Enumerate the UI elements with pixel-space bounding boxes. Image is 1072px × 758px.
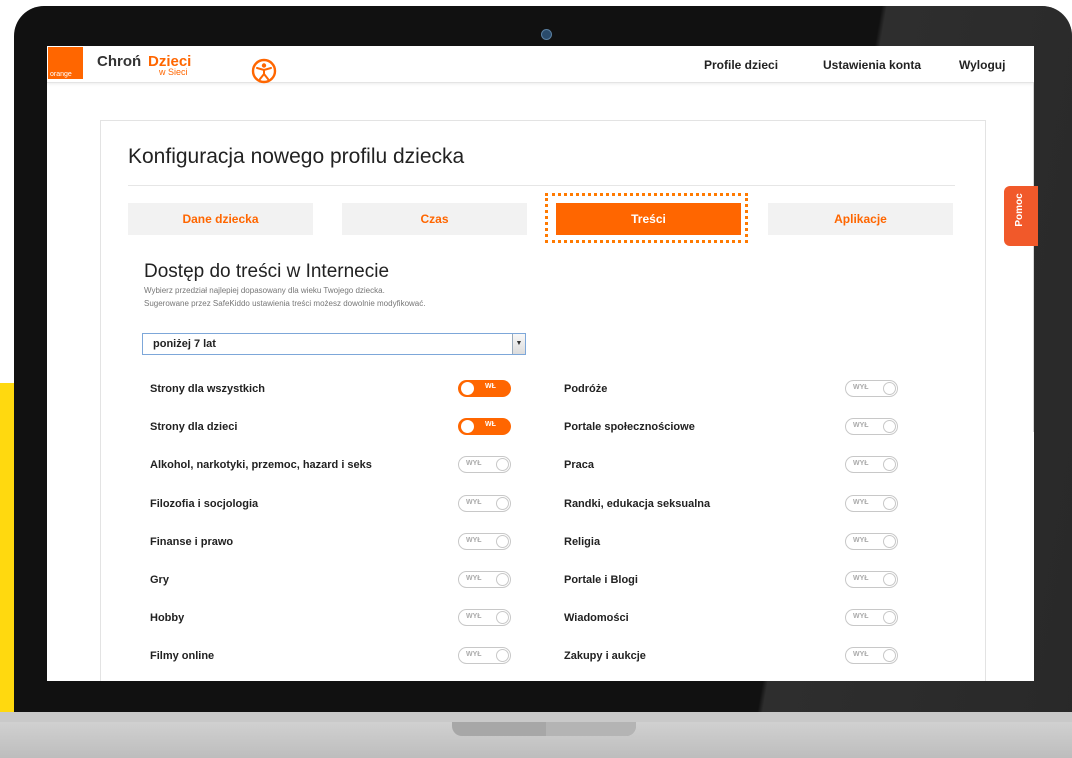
category-toggle[interactable]: WYŁ	[458, 647, 511, 664]
age-range-value: poniżej 7 lat	[153, 338, 216, 350]
category-label: Podróże	[564, 383, 608, 395]
toggle-state-label: WYŁ	[466, 460, 482, 467]
category-label: Randki, edukacja seksualna	[564, 498, 711, 510]
category-label: Finanse i prawo	[150, 536, 234, 548]
toggle-knob	[461, 420, 474, 433]
category-toggle[interactable]: WYŁ	[458, 456, 511, 473]
laptop-base-edge	[0, 712, 1072, 722]
toggle-knob	[496, 458, 509, 471]
toggle-knob	[883, 535, 896, 548]
category-toggle[interactable]: WYŁ	[845, 495, 898, 512]
category-toggle[interactable]: WYŁ	[845, 456, 898, 473]
active-tab-highlight	[545, 193, 748, 243]
brand-w-sieci: w Sieci	[159, 67, 188, 77]
toggle-state-label: WYŁ	[853, 651, 869, 658]
category-label: Portale społecznościowe	[564, 421, 695, 433]
toggle-state-label: WYŁ	[853, 384, 869, 391]
toggle-state-label: WYŁ	[853, 575, 869, 582]
orange-logo-text: orange	[50, 71, 72, 78]
toggle-state-label: WYŁ	[466, 575, 482, 582]
category-toggle[interactable]: WYŁ	[845, 380, 898, 397]
tab-czas[interactable]: Czas	[342, 203, 527, 235]
page-title: Konfiguracja nowego profilu dziecka	[128, 145, 465, 168]
section-subtitle-1: Wybierz przedział najlepiej dopasowany d…	[144, 286, 385, 295]
category-toggle[interactable]: WYŁ	[458, 571, 511, 588]
category-toggle[interactable]: WYŁ	[845, 533, 898, 550]
toggle-knob	[496, 535, 509, 548]
category-toggle[interactable]: WYŁ	[845, 418, 898, 435]
toggle-knob	[496, 611, 509, 624]
age-range-select[interactable]: poniżej 7 lat ▼	[142, 333, 526, 355]
toggle-knob	[461, 382, 474, 395]
title-divider	[128, 185, 955, 186]
toggle-state-label: WYŁ	[466, 537, 482, 544]
app-screen: orange Chroń Dzieci w Sieci Profile dzie…	[47, 46, 1034, 681]
category-label: Portale i Blogi	[564, 574, 638, 586]
toggle-state-label: WYŁ	[853, 460, 869, 467]
category-label: Praca	[564, 459, 594, 471]
toggle-knob	[883, 649, 896, 662]
chevron-down-icon[interactable]: ▼	[512, 334, 525, 354]
nav-ustawienia-konta[interactable]: Ustawienia konta	[823, 58, 921, 72]
toggle-state-label: WYŁ	[853, 613, 869, 620]
toggle-knob	[883, 497, 896, 510]
orange-logo[interactable]: orange	[48, 47, 83, 79]
category-label: Filmy online	[150, 650, 215, 662]
category-toggle[interactable]: WŁ	[458, 418, 511, 435]
toggle-knob	[496, 573, 509, 586]
nav-profile-dzieci[interactable]: Profile dzieci	[704, 58, 778, 72]
toggle-knob	[883, 573, 896, 586]
section-title: Dostęp do treści w Internecie	[144, 261, 390, 282]
category-toggle[interactable]: WŁ	[458, 380, 511, 397]
category-label: Religia	[564, 536, 601, 548]
tab-dane-dziecka[interactable]: Dane dziecka	[128, 203, 313, 235]
top-bar: orange Chroń Dzieci w Sieci Profile dzie…	[47, 46, 1034, 84]
toggle-knob	[496, 497, 509, 510]
toggle-state-label: WŁ	[485, 383, 496, 390]
toggle-knob	[496, 649, 509, 662]
category-label: Wiadomości	[564, 612, 629, 624]
category-label: Hobby	[150, 612, 185, 624]
profile-config-card: Konfiguracja nowego profilu dziecka Dane…	[100, 120, 986, 681]
toggle-state-label: WYŁ	[466, 651, 482, 658]
help-tab[interactable]: Pomoc	[1004, 186, 1038, 246]
toggle-knob	[883, 420, 896, 433]
toggle-knob	[883, 458, 896, 471]
brand-chron: Chroń	[97, 53, 142, 70]
toggle-state-label: WYŁ	[466, 613, 482, 620]
category-label: Strony dla wszystkich	[150, 383, 265, 395]
nav-wyloguj[interactable]: Wyloguj	[959, 58, 1005, 72]
laptop-hinge-highlight	[546, 722, 636, 736]
section-subtitle-2: Sugerowane przez SafeKiddo ustawienia tr…	[144, 299, 426, 308]
page-edge-line	[1033, 82, 1034, 432]
toggle-state-label: WŁ	[485, 421, 496, 428]
toggle-knob	[883, 382, 896, 395]
tab-aplikacje[interactable]: Aplikacje	[768, 203, 953, 235]
category-label: Strony dla dzieci	[150, 421, 238, 433]
category-toggle[interactable]: WYŁ	[458, 533, 511, 550]
category-label: Filozofia i socjologia	[150, 498, 259, 510]
toggle-state-label: WYŁ	[853, 499, 869, 506]
category-toggle[interactable]: WYŁ	[458, 495, 511, 512]
category-label: Zakupy i aukcje	[564, 650, 646, 662]
toggle-knob	[883, 611, 896, 624]
toggle-state-label: WYŁ	[853, 537, 869, 544]
category-toggle[interactable]: WYŁ	[845, 609, 898, 626]
category-label: Gry	[150, 574, 169, 586]
toggle-state-label: WYŁ	[853, 422, 869, 429]
toggle-state-label: WYŁ	[466, 499, 482, 506]
webcam-icon	[541, 29, 552, 40]
category-toggle[interactable]: WYŁ	[458, 609, 511, 626]
category-toggle[interactable]: WYŁ	[845, 647, 898, 664]
category-label: Alkohol, narkotyki, przemoc, hazard i se…	[150, 459, 372, 471]
help-tab-label: Pomoc	[1014, 193, 1025, 227]
child-figure-icon	[251, 58, 277, 84]
category-toggle[interactable]: WYŁ	[845, 571, 898, 588]
